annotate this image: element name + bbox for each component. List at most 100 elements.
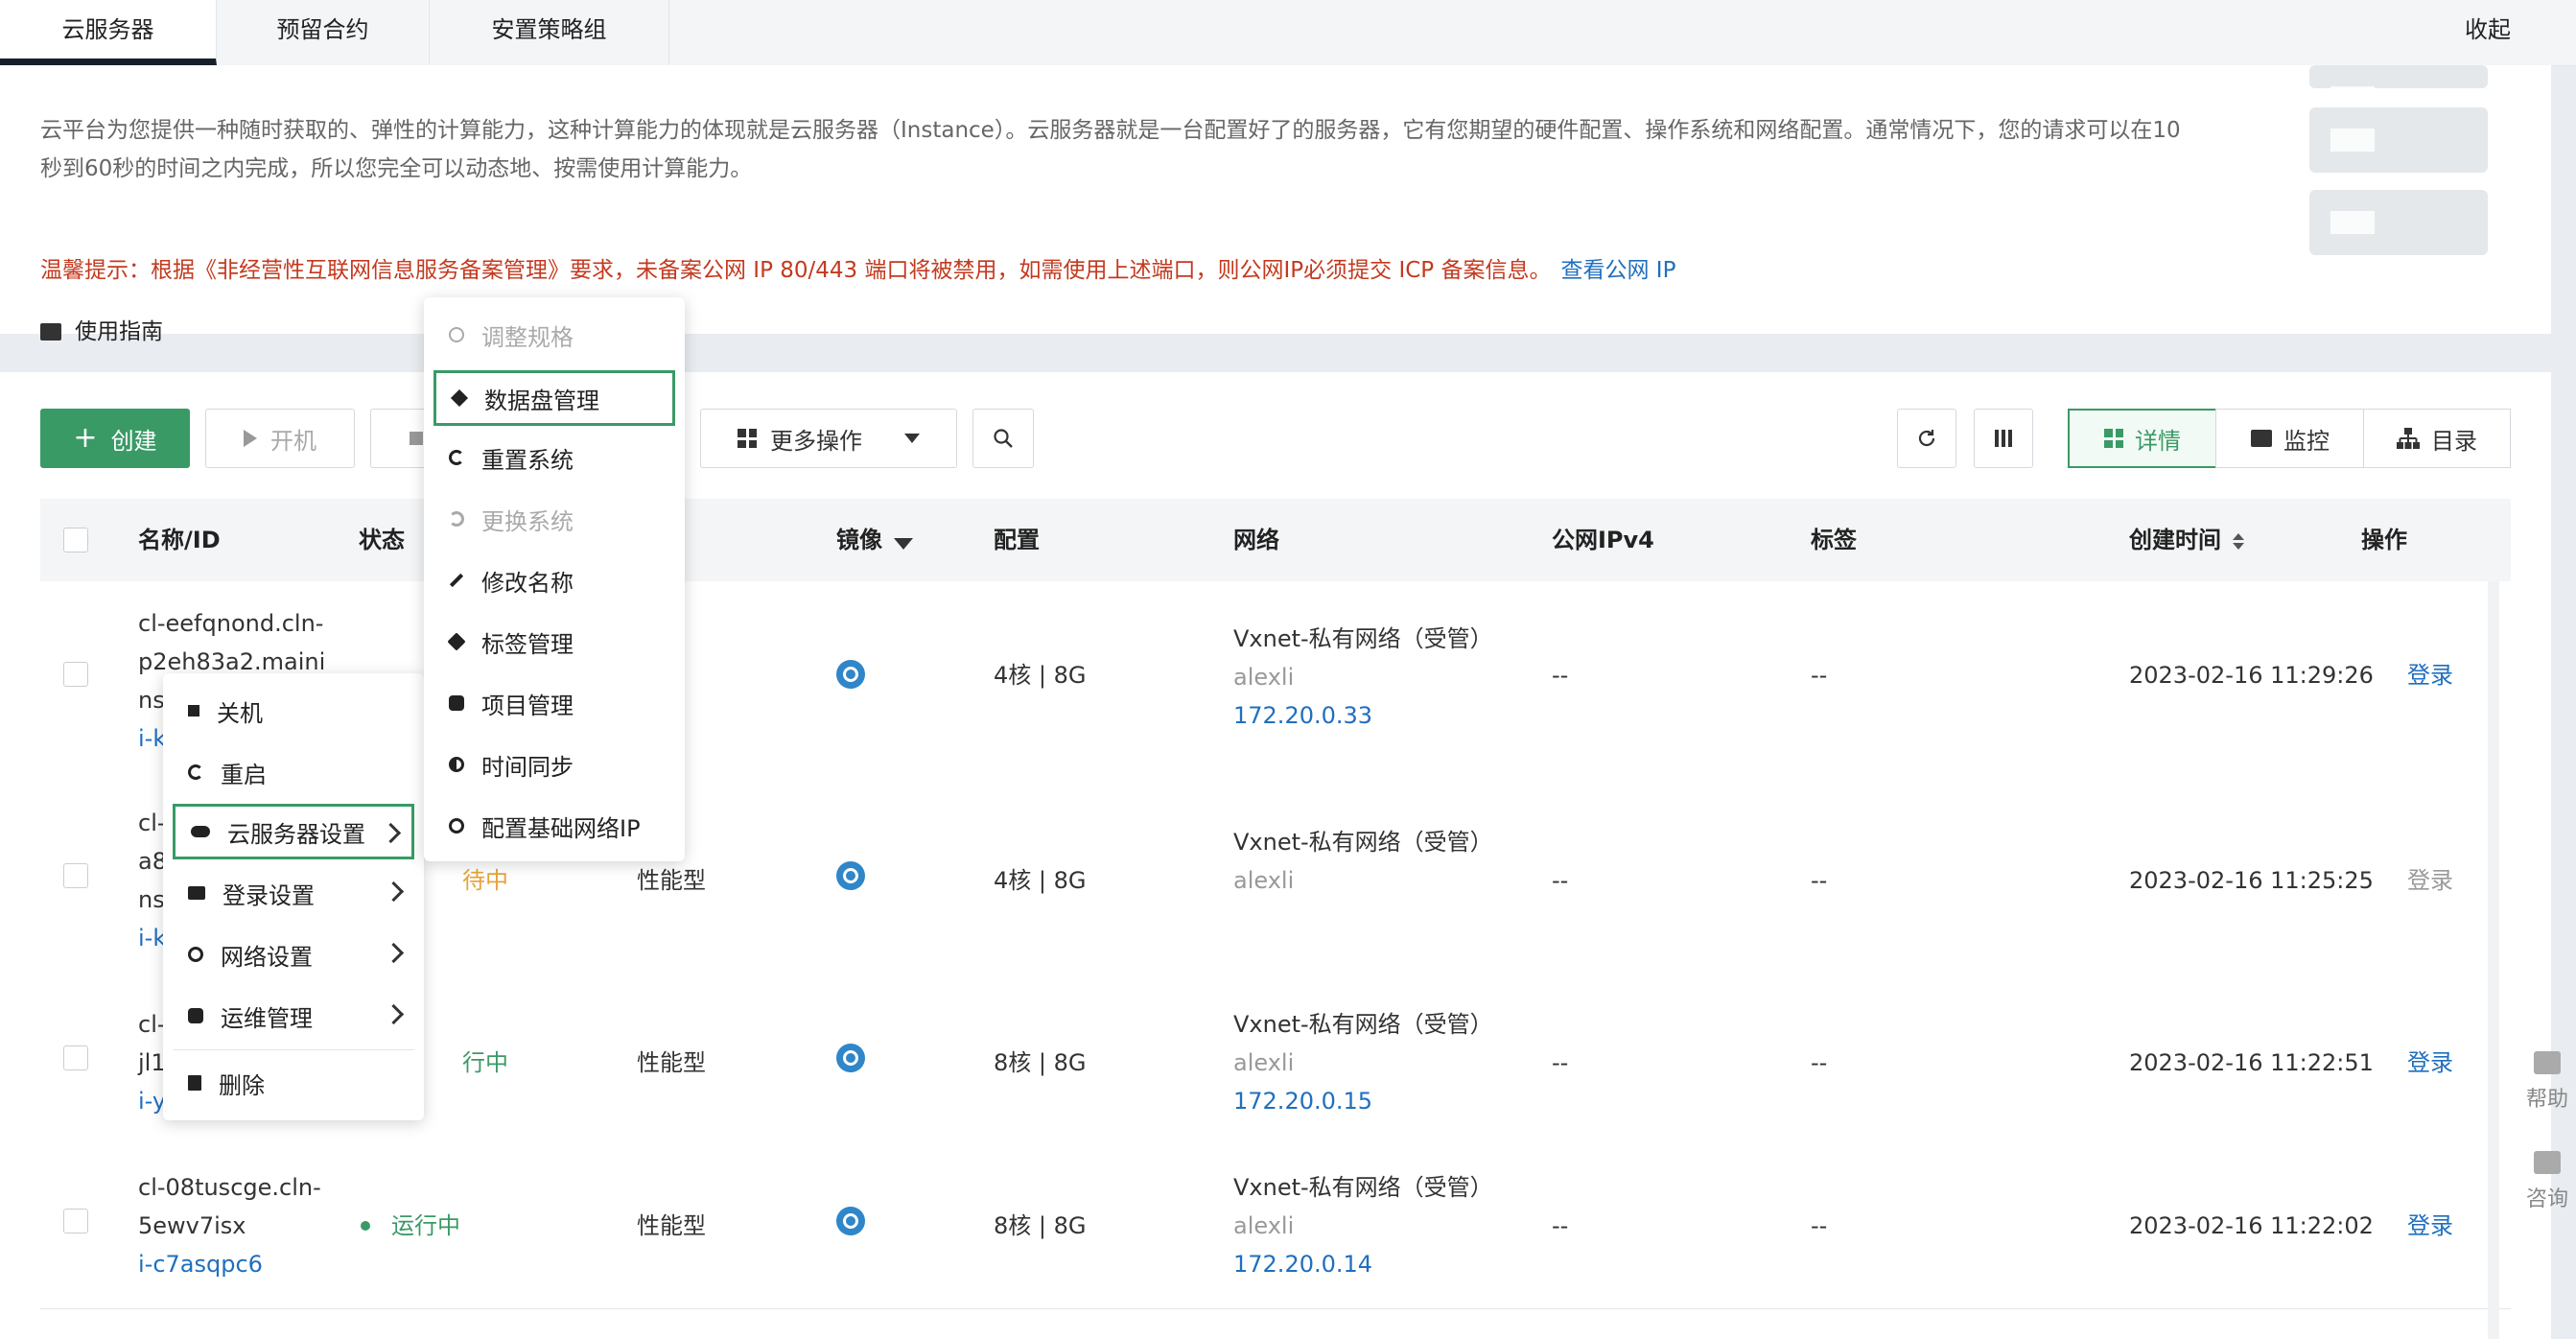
instance-id-link[interactable]: i-c7asqpc6 [138, 1245, 263, 1283]
instance-name-line: jl1 [138, 1049, 166, 1076]
tab-bar: 云服务器 预留合约 安置策略组 收起 [0, 0, 2576, 66]
view-public-ip-link[interactable]: 查看公网 IP [1561, 258, 1676, 283]
created-time: 2023-02-16 11:22:02 [2129, 1212, 2374, 1239]
view-directory-tab[interactable]: 目录 [2363, 409, 2511, 468]
filter-icon[interactable] [894, 538, 913, 550]
instance-id-link[interactable]: i-k [138, 919, 166, 957]
status-label: 运行中 [391, 1212, 460, 1239]
submenu-item-projects[interactable]: 项目管理 [433, 675, 675, 731]
menu-item-ops-management[interactable]: 运维管理 [173, 988, 414, 1044]
created-time: 2023-02-16 11:22:51 [2129, 1049, 2374, 1076]
menu-item-server-settings[interactable]: 云服务器设置 [173, 804, 414, 859]
sort-icon[interactable] [2233, 532, 2244, 550]
swap-icon [449, 511, 464, 527]
consult-widget[interactable]: 咨询 [2518, 1151, 2576, 1212]
private-ip-link[interactable]: 172.20.0.15 [1233, 1082, 1372, 1120]
chevron-right-icon [380, 822, 402, 844]
network-name: Vxnet-私有网络（受管） [1233, 1174, 1493, 1201]
row-checkbox[interactable] [63, 863, 88, 888]
filing-notice: 温馨提示：根据《非经营性互联网信息服务备案管理》要求，未备案公网 IP 80/4… [40, 251, 1675, 284]
menu-item-label: 网络设置 [221, 943, 313, 971]
tags-value: -- [1811, 662, 1828, 689]
col-status: 状态 [359, 527, 405, 553]
submenu-item-reset-system[interactable]: 重置系统 [433, 430, 675, 485]
create-button[interactable]: + 创建 [40, 409, 190, 468]
status-badge: 运行中 [361, 1207, 460, 1245]
grid-icon [738, 429, 757, 448]
submenu-item-label: 标签管理 [481, 630, 574, 658]
select-all-checkbox[interactable] [63, 528, 88, 552]
view-detail-tab[interactable]: 详情 [2068, 409, 2217, 468]
submenu-item-label: 调整规格 [481, 323, 574, 351]
instance-id-link[interactable]: i-y [138, 1082, 166, 1120]
image-placeholder [2309, 107, 2488, 173]
scrollbar[interactable] [2488, 581, 2499, 1339]
config-value: 4核 | 8G [994, 867, 1087, 894]
menu-item-label: 云服务器设置 [227, 820, 365, 848]
instance-type: 性能型 [637, 1212, 706, 1239]
help-label: 帮助 [2525, 1088, 2568, 1112]
help-widget[interactable]: 帮助 [2518, 1051, 2576, 1113]
plus-icon: + [73, 421, 98, 455]
row-checkbox[interactable] [63, 1045, 88, 1070]
submenu-item-label: 重置系统 [481, 446, 574, 474]
menu-item-delete[interactable]: 删除 [173, 1055, 414, 1111]
table-row[interactable]: cl-08tuscge.cln- 5ewv7isx i-c7asqpc6 运行中… [40, 1145, 2511, 1309]
instance-type: 性能型 [637, 1049, 706, 1076]
network-owner: alexli [1233, 867, 1295, 894]
search-icon [994, 429, 1013, 448]
trash-icon [188, 1075, 201, 1091]
search-button[interactable] [972, 409, 1034, 468]
submenu-item-rename[interactable]: 修改名称 [433, 552, 675, 608]
login-link[interactable]: 登录 [2407, 861, 2453, 900]
row-checkbox[interactable] [63, 1209, 88, 1233]
network-owner: alexli [1233, 1049, 1295, 1076]
submenu-item-resize[interactable]: 调整规格 [433, 307, 675, 363]
login-link[interactable]: 登录 [2407, 1207, 2453, 1245]
tag-icon [447, 632, 466, 651]
login-link[interactable]: 登录 [2407, 656, 2453, 694]
play-icon [244, 430, 257, 447]
instance-name-line: cl-08tuscge.cln- [138, 1174, 321, 1201]
stop-button[interactable] [370, 409, 428, 468]
login-link[interactable]: 登录 [2407, 1044, 2453, 1082]
menu-item-login-settings[interactable]: 登录设置 [173, 865, 414, 921]
menu-item-restart[interactable]: 重启 [173, 744, 414, 800]
row-checkbox[interactable] [63, 662, 88, 687]
private-ip-link[interactable]: 172.20.0.14 [1233, 1245, 1372, 1283]
tab-reserved-contracts[interactable]: 预留合约 [217, 0, 430, 65]
start-button[interactable]: 开机 [205, 409, 355, 468]
gear-icon [188, 1008, 203, 1023]
tab-instances[interactable]: 云服务器 [0, 0, 217, 65]
resize-icon [449, 327, 464, 342]
view-monitor-tab[interactable]: 监控 [2215, 409, 2365, 468]
network-owner: alexli [1233, 1212, 1295, 1239]
create-label: 创建 [110, 427, 157, 455]
view-detail-label: 详情 [2135, 427, 2181, 455]
instance-id-link[interactable]: i-k [138, 719, 166, 758]
os-image-icon [836, 660, 865, 689]
column-settings-button[interactable] [1974, 409, 2033, 468]
collapse-button[interactable]: 收起 [2465, 0, 2511, 59]
user-guide-link[interactable]: 使用指南 [40, 313, 163, 345]
tab-placement-groups[interactable]: 安置策略组 [430, 0, 669, 65]
col-actions: 操作 [2361, 527, 2407, 553]
config-value: 8核 | 8G [994, 1212, 1087, 1239]
col-created-time[interactable]: 创建时间 [2129, 499, 2244, 581]
start-label: 开机 [270, 427, 316, 455]
refresh-button[interactable] [1897, 409, 1956, 468]
submenu-item-tags[interactable]: 标签管理 [433, 614, 675, 670]
submenu-item-time-sync[interactable]: 时间同步 [433, 737, 675, 792]
more-actions-dropdown[interactable]: 更多操作 [700, 409, 957, 468]
submenu-item-label: 修改名称 [481, 569, 574, 597]
col-config: 配置 [994, 527, 1040, 553]
submenu-item-data-disk[interactable]: 数据盘管理 [433, 370, 675, 426]
status-badge: 待中 [462, 867, 508, 894]
submenu-item-change-system[interactable]: 更换系统 [433, 491, 675, 547]
col-image[interactable]: 镜像 [836, 499, 913, 581]
menu-item-network-settings[interactable]: 网络设置 [173, 927, 414, 982]
chevron-right-icon [383, 881, 405, 903]
private-ip-link[interactable]: 172.20.0.33 [1233, 696, 1372, 735]
submenu-item-basic-network-ip[interactable]: 配置基础网络IP [433, 798, 675, 854]
menu-item-shutdown[interactable]: 关机 [173, 683, 414, 739]
